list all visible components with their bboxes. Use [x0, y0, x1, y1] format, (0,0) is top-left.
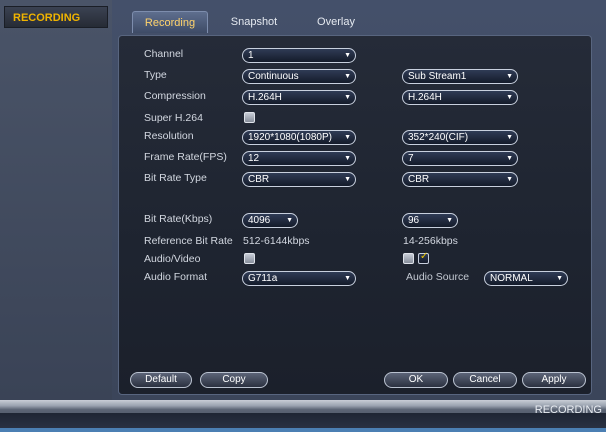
type-sub-select[interactable]: Sub Stream1 ▼ — [402, 69, 518, 84]
sidebar — [0, 0, 112, 400]
chevron-down-icon: ▼ — [344, 134, 351, 141]
bit-rate-type-sub-select[interactable]: CBR ▼ — [402, 172, 518, 187]
compression-sub-select[interactable]: H.264H ▼ — [402, 90, 518, 105]
copy-button[interactable]: Copy — [200, 372, 268, 388]
resolution-sub-select[interactable]: 352*240(CIF) ▼ — [402, 130, 518, 145]
bit-rate-main-value: 4096 — [248, 215, 271, 226]
frame-rate-main-select[interactable]: 12 ▼ — [242, 151, 356, 166]
tab-recording[interactable]: Recording — [132, 11, 208, 33]
frame-rate-label: Frame Rate(FPS) — [144, 151, 227, 163]
tab-snapshot[interactable]: Snapshot — [222, 11, 286, 33]
sidebar-title[interactable]: RECORDING — [4, 6, 108, 28]
type-main-value: Continuous — [248, 71, 299, 82]
frame-rate-sub-value: 7 — [408, 153, 414, 164]
super-h264-checkbox[interactable] — [244, 112, 255, 123]
compression-main-value: H.264H — [248, 92, 282, 103]
frame-rate-main-value: 12 — [248, 153, 260, 164]
reference-bit-rate-label: Reference Bit Rate — [144, 235, 233, 247]
compression-main-select[interactable]: H.264H ▼ — [242, 90, 356, 105]
bit-rate-type-main-select[interactable]: CBR ▼ — [242, 172, 356, 187]
bit-rate-main-select[interactable]: 4096 ▼ — [242, 213, 298, 228]
chevron-down-icon: ▼ — [506, 94, 513, 101]
compression-label: Compression — [144, 90, 206, 102]
chevron-down-icon: ▼ — [344, 275, 351, 282]
default-button[interactable]: Default — [130, 372, 192, 388]
channel-label: Channel — [144, 48, 184, 60]
audio-video-sub2-checkbox[interactable]: ✓ — [418, 251, 429, 264]
audio-video-main-checkbox[interactable] — [244, 253, 255, 264]
channel-select[interactable]: 1 ▼ — [242, 48, 356, 63]
resolution-label: Resolution — [144, 130, 194, 142]
reference-bit-rate-main: 512-6144kbps — [243, 235, 310, 247]
type-label: Type — [144, 69, 167, 81]
taskbar-label[interactable]: RECORDING — [535, 404, 602, 416]
taskbar-edge — [0, 428, 606, 432]
bit-rate-type-label: Bit Rate Type — [144, 172, 207, 184]
chevron-down-icon: ▼ — [344, 73, 351, 80]
resolution-main-select[interactable]: 1920*1080(1080P) ▼ — [242, 130, 356, 145]
audio-source-label: Audio Source — [406, 271, 470, 283]
chevron-down-icon: ▼ — [344, 155, 351, 162]
chevron-down-icon: ▼ — [506, 134, 513, 141]
audio-video-sub-checkbox[interactable] — [403, 253, 414, 264]
resolution-sub-value: 352*240(CIF) — [408, 132, 469, 143]
bit-rate-sub-select[interactable]: 96 ▼ — [402, 213, 458, 228]
chevron-down-icon: ▼ — [344, 94, 351, 101]
ok-button[interactable]: OK — [384, 372, 448, 388]
audio-video-label: Audio/Video — [144, 253, 201, 265]
chevron-down-icon: ▼ — [344, 176, 351, 183]
super-h264-label: Super H.264 — [144, 112, 203, 124]
chevron-down-icon: ▼ — [446, 217, 453, 224]
chevron-down-icon: ▼ — [286, 217, 293, 224]
type-main-select[interactable]: Continuous ▼ — [242, 69, 356, 84]
bit-rate-sub-value: 96 — [408, 215, 420, 226]
channel-value: 1 — [248, 50, 254, 61]
chevron-down-icon: ▼ — [506, 73, 513, 80]
chevron-down-icon: ▼ — [556, 275, 563, 282]
chevron-down-icon: ▼ — [506, 176, 513, 183]
cancel-button[interactable]: Cancel — [453, 372, 517, 388]
frame-rate-sub-select[interactable]: 7 ▼ — [402, 151, 518, 166]
audio-source-select[interactable]: NORMAL ▼ — [484, 271, 568, 286]
chevron-down-icon: ▼ — [344, 52, 351, 59]
tab-overlay[interactable]: Overlay — [308, 11, 364, 33]
apply-button[interactable]: Apply — [522, 372, 586, 388]
audio-format-label: Audio Format — [144, 271, 208, 283]
audio-source-value: NORMAL — [490, 273, 533, 284]
compression-sub-value: H.264H — [408, 92, 442, 103]
type-sub-value: Sub Stream1 — [408, 71, 467, 82]
bit-rate-type-sub-value: CBR — [408, 174, 430, 185]
audio-format-select[interactable]: G711a ▼ — [242, 271, 356, 286]
bit-rate-label: Bit Rate(Kbps) — [144, 213, 213, 225]
chevron-down-icon: ▼ — [506, 155, 513, 162]
resolution-main-value: 1920*1080(1080P) — [248, 132, 332, 143]
check-icon: ✓ — [420, 251, 429, 262]
bit-rate-type-main-value: CBR — [248, 174, 270, 185]
reference-bit-rate-sub: 14-256kbps — [403, 235, 458, 247]
audio-format-value: G711a — [248, 273, 278, 284]
